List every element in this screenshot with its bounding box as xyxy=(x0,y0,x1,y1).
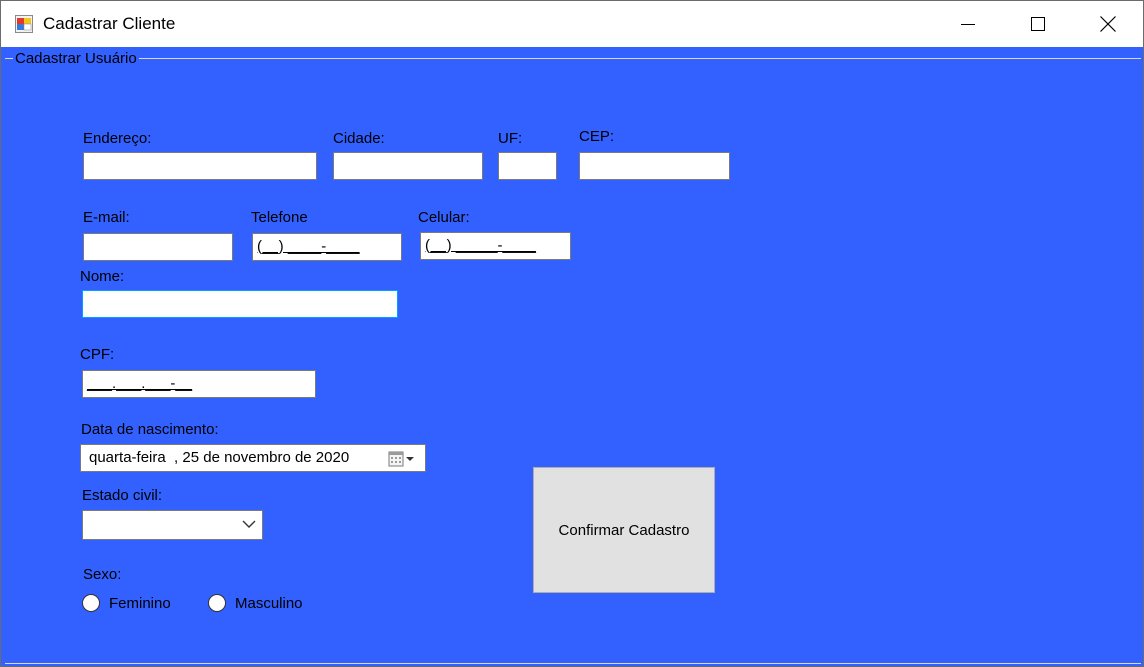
nome-label: Nome: xyxy=(80,268,125,285)
estado-civil-combo[interactable] xyxy=(82,510,263,540)
data-nascimento-value: quarta-feira , 25 de novembro de 2020 xyxy=(89,449,350,466)
confirmar-cadastro-button[interactable]: Confirmar Cadastro xyxy=(533,467,715,593)
window-title: Cadastrar Cliente xyxy=(43,14,176,33)
telefone-label: Telefone xyxy=(251,209,308,226)
feminino-radio[interactable] xyxy=(82,594,100,612)
telefone-masked-input[interactable]: (__) ____-____ xyxy=(252,233,402,261)
cpf-masked-input[interactable]: ___.___.___-__ xyxy=(82,370,316,398)
celular-masked-input[interactable]: (__) _____-____ xyxy=(420,232,571,260)
endereco-input[interactable] xyxy=(83,152,317,180)
cep-label: CEP: xyxy=(579,128,615,145)
calendar-dropdown-icon[interactable] xyxy=(387,450,421,468)
email-input[interactable] xyxy=(83,233,233,261)
nome-input[interactable] xyxy=(82,290,398,318)
maximize-button[interactable] xyxy=(1003,1,1073,47)
cidade-label: Cidade: xyxy=(333,130,385,147)
cep-input[interactable] xyxy=(579,152,730,180)
form-app-icon xyxy=(15,15,33,33)
estado-civil-label: Estado civil: xyxy=(82,487,163,504)
close-button[interactable] xyxy=(1073,1,1143,47)
title-bar[interactable]: Cadastrar Cliente xyxy=(1,1,1143,47)
masculino-radio[interactable] xyxy=(208,594,226,612)
masculino-radio-label[interactable]: Masculino xyxy=(235,595,303,612)
form-client-area: Cadastrar Usuário Endereço: Cidade: UF: … xyxy=(1,47,1143,666)
maximize-icon xyxy=(1031,17,1045,31)
uf-label: UF: xyxy=(498,130,523,147)
chevron-down-icon[interactable] xyxy=(242,519,256,529)
data-nascimento-label: Data de nascimento: xyxy=(81,421,219,438)
uf-input[interactable] xyxy=(498,152,557,180)
group-box-title: Cadastrar Usuário xyxy=(13,50,139,67)
celular-label: Celular: xyxy=(418,209,470,226)
minimize-icon xyxy=(961,24,975,25)
minimize-button[interactable] xyxy=(933,1,1003,47)
sexo-label: Sexo: xyxy=(83,566,122,583)
feminino-radio-label[interactable]: Feminino xyxy=(109,595,171,612)
email-label: E-mail: xyxy=(83,209,130,226)
cidade-input[interactable] xyxy=(333,152,483,180)
window: Cadastrar Cliente Cadastrar Usuário Ende… xyxy=(0,0,1144,667)
data-nascimento-picker[interactable]: quarta-feira , 25 de novembro de 2020 xyxy=(80,444,426,472)
close-icon xyxy=(1100,16,1116,32)
cpf-label: CPF: xyxy=(80,346,115,363)
endereco-label: Endereço: xyxy=(83,130,152,147)
